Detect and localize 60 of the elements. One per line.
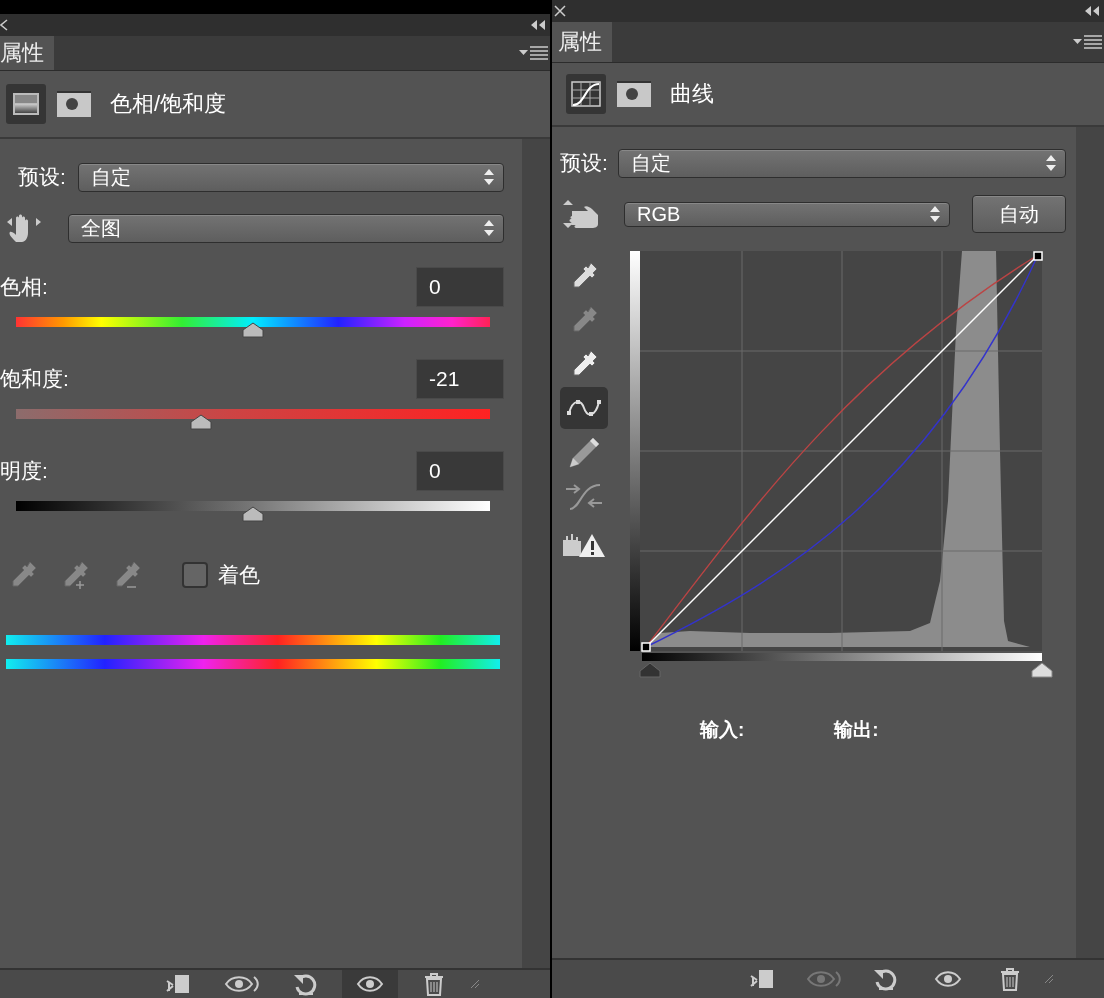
eye-icon[interactable] <box>356 974 384 994</box>
reset-icon[interactable] <box>293 972 319 996</box>
preset-dropdown[interactable]: 自定 <box>617 148 1066 178</box>
collapse-icon[interactable] <box>530 19 546 31</box>
value-field[interactable]: -21 <box>416 359 504 399</box>
curves-icon[interactable] <box>571 81 601 107</box>
hand-icon[interactable] <box>6 212 42 244</box>
preset-label: 预设: <box>18 164 66 190</box>
range-dropdown[interactable]: 全图 <box>68 213 504 243</box>
adjustment-button[interactable] <box>566 74 606 114</box>
curve-point[interactable] <box>1033 251 1043 261</box>
auto-button[interactable]: 自动 <box>972 195 1066 233</box>
trash-icon[interactable] <box>423 972 445 996</box>
panel-menu-icon[interactable] <box>1072 34 1102 50</box>
adjustment-button[interactable] <box>6 84 46 124</box>
highlight-point-thumb[interactable] <box>1031 662 1053 678</box>
mask-icon[interactable] <box>57 91 91 117</box>
collapse-icon[interactable] <box>1084 5 1100 17</box>
output-label: 输出: <box>834 718 879 742</box>
slider-label: 饱和度: <box>0 366 69 392</box>
clip-to-layer-icon[interactable] <box>165 973 191 995</box>
hue-saturation-icon[interactable] <box>12 92 40 116</box>
curve-point[interactable] <box>641 642 651 652</box>
mask-icon[interactable] <box>617 81 651 107</box>
updown-arrow-icon <box>483 168 495 186</box>
tool-button[interactable] <box>560 387 608 429</box>
slider-thumb[interactable] <box>189 414 212 430</box>
adjustment-title: 曲线 <box>670 80 714 108</box>
panel-tab[interactable]: 属性 <box>0 36 54 70</box>
smooth-curve-icon[interactable] <box>564 481 604 511</box>
channel-dropdown[interactable]: RGB <box>624 201 950 227</box>
eye-icon[interactable] <box>224 973 260 995</box>
preset-dropdown[interactable]: 自定 <box>77 162 504 192</box>
checkbox-label[interactable]: 着色 <box>218 561 260 589</box>
footer-button[interactable] <box>342 970 398 998</box>
clip-to-layer-icon[interactable] <box>749 968 775 990</box>
slider-label: 明度: <box>0 458 48 484</box>
value-field[interactable]: 0 <box>416 267 504 307</box>
resize-grip-icon[interactable] <box>470 979 480 989</box>
reset-icon[interactable] <box>873 967 899 991</box>
slider-thumb[interactable] <box>242 506 264 522</box>
updown-arrow-icon <box>483 219 495 237</box>
scrollbar-track[interactable] <box>522 139 550 968</box>
panel-tab[interactable]: 属性 <box>552 22 612 62</box>
trash-icon[interactable] <box>999 967 1021 991</box>
scrollbar-track[interactable] <box>1076 127 1104 958</box>
adjustment-title: 色相/饱和度 <box>110 90 227 118</box>
updown-arrow-icon <box>1045 154 1057 172</box>
eye-icon[interactable] <box>934 969 962 989</box>
pencil-icon[interactable] <box>567 436 601 468</box>
shadow-point-thumb[interactable] <box>639 662 661 678</box>
input-label: 输入: <box>700 718 745 742</box>
checkbox[interactable] <box>182 562 208 588</box>
panel-menu-icon[interactable] <box>518 45 548 61</box>
slider-thumb[interactable] <box>242 322 264 338</box>
slider-label: 色相: <box>0 274 48 300</box>
updown-arrow-icon <box>929 205 941 223</box>
preset-label: 预设: <box>560 150 608 176</box>
value-field[interactable]: 0 <box>416 451 504 491</box>
resize-grip-icon[interactable] <box>1044 974 1054 984</box>
